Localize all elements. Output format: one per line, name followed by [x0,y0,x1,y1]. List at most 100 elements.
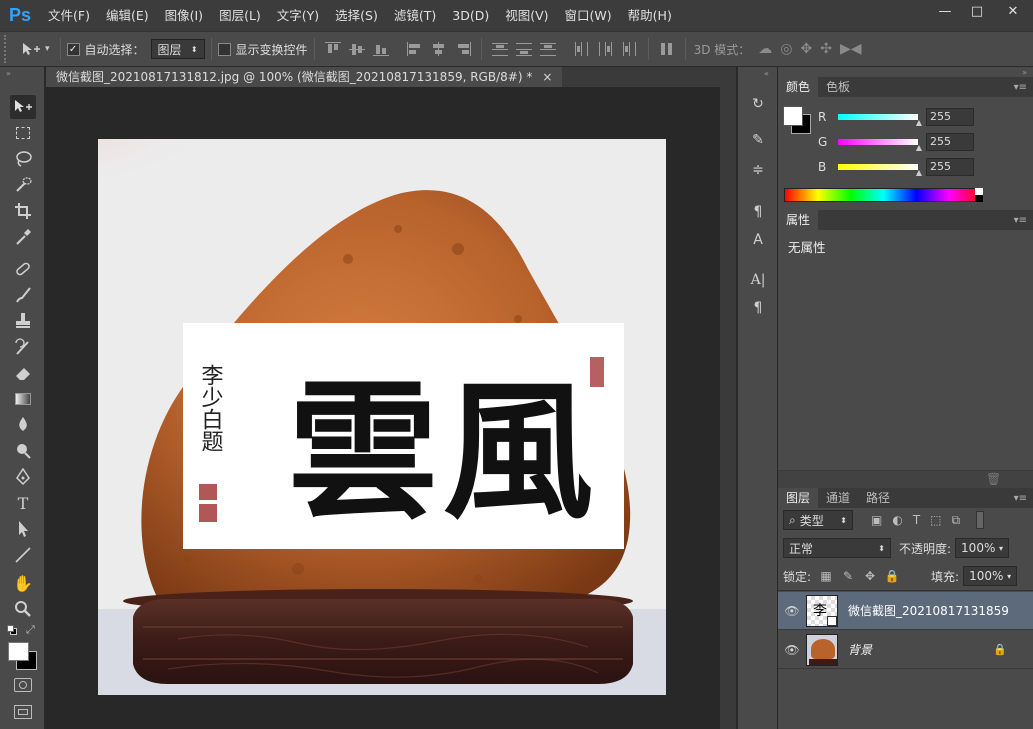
tab-layers[interactable]: 图层 [778,488,819,508]
distribute-bottom-icon[interactable] [539,42,556,56]
tab-swatches[interactable]: 色板 [818,77,858,97]
brush-panel-icon[interactable]: ✎ [747,129,769,151]
restore-button[interactable]: □ [961,0,993,22]
eyedropper-tool[interactable] [10,225,36,249]
hand-tool[interactable]: ✋ [10,571,36,595]
layer-name[interactable]: 背景 [848,641,872,658]
menu-type[interactable]: 文字(Y) [269,0,327,31]
dodge-tool[interactable] [10,439,36,463]
align-hcenter-icon[interactable] [431,42,447,56]
character-panel-icon[interactable]: A| [747,269,769,291]
lock-transparent-icon[interactable]: ▦ [819,569,833,583]
menu-edit[interactable]: 编辑(E) [98,0,157,31]
layer-row-background[interactable]: 👁 背景 🔒 [778,631,1033,669]
distribute-right-icon[interactable] [622,42,638,56]
red-track[interactable]: ▲ [838,114,922,127]
filter-type-icon[interactable]: T [913,513,920,528]
distribute-vcenter-icon[interactable] [515,42,532,56]
screen-mode-button[interactable] [14,705,32,719]
layer-filter-select[interactable]: ⌕ 类型 ⬍ [783,510,853,530]
panel-menu-icon[interactable]: ▾≡ [1014,493,1027,504]
document-image[interactable]: 雲 風 李少白题 [98,139,666,695]
auto-select-checkbox[interactable]: ✓ [66,42,80,56]
path-select-tool[interactable] [10,517,36,541]
eraser-tool[interactable] [10,361,36,385]
tab-properties[interactable]: 属性 [778,210,819,230]
marquee-tool[interactable] [10,121,36,145]
filter-smart-icon[interactable]: ⧉ [952,513,961,528]
eye-icon[interactable]: 👁 [778,643,806,657]
menu-view[interactable]: 视图(V) [497,0,556,31]
collapse-icon[interactable]: » [6,69,11,78]
panel-menu-icon[interactable]: ▾≡ [1014,82,1027,93]
paragraph-styles-icon[interactable]: ¶ [747,201,769,223]
tab-paths[interactable]: 路径 [858,488,898,508]
layer-row-selected[interactable]: 👁 李 微信截图_20210817131859 [778,592,1033,630]
line-tool[interactable] [10,543,36,567]
paragraph-panel-icon[interactable]: ¶ [747,297,769,319]
menu-help[interactable]: 帮助(H) [620,0,680,31]
3d-roll-icon[interactable]: ◎ [780,41,792,57]
layer-name[interactable]: 微信截图_20210817131859 [848,602,1009,619]
color-foreground-swatch[interactable] [783,106,803,126]
spectrum-white-chip[interactable] [975,188,983,195]
collapse-icon[interactable]: « [764,69,769,78]
healing-tool[interactable] [10,257,36,281]
quick-select-tool[interactable] [10,173,36,197]
menu-file[interactable]: 文件(F) [40,0,98,31]
quick-mask-button[interactable] [14,678,32,692]
blur-tool[interactable] [10,413,36,437]
blue-value-field[interactable]: 255 [926,158,974,176]
3d-orbit-icon[interactable]: ☁ [758,41,772,57]
history-panel-icon[interactable]: ↻ [747,93,769,115]
lock-pixels-icon[interactable]: ✎ [841,569,855,583]
canvas-scrollbar[interactable] [720,87,736,729]
auto-align-icon[interactable] [659,42,675,56]
menu-layer[interactable]: 图层(L) [211,0,269,31]
distribute-top-icon[interactable] [491,42,508,56]
red-value-field[interactable]: 255 [926,108,974,126]
lasso-tool[interactable] [10,147,36,171]
3d-slide-icon[interactable]: ✣ [820,41,832,57]
filter-toggle-switch[interactable] [976,511,985,529]
character-styles-icon[interactable]: A [747,229,769,251]
collapse-icon[interactable]: » [1022,68,1027,77]
menu-filter[interactable]: 滤镜(T) [386,0,444,31]
history-brush-tool[interactable] [10,335,36,359]
adjustments-panel-icon[interactable]: ≑ [747,159,769,181]
blue-slider[interactable]: B ▲ 255 [818,157,1018,177]
auto-select-target-select[interactable]: 图层 ⬍ [150,39,205,59]
move-tool[interactable] [10,95,36,119]
filter-pixel-icon[interactable]: ▣ [871,513,882,528]
green-value-field[interactable]: 255 [926,133,974,151]
close-tab-icon[interactable]: × [542,67,552,87]
options-grip[interactable] [4,35,16,63]
menu-image[interactable]: 图像(I) [157,0,211,31]
auto-select-toggle[interactable]: ✓ 自动选择： [66,41,145,58]
filter-shape-icon[interactable]: ⬚ [930,513,941,528]
blue-track[interactable]: ▲ [838,164,922,177]
close-window-button[interactable]: ✕ [993,0,1033,22]
menu-3d[interactable]: 3D(D) [444,0,497,31]
zoom-tool[interactable] [10,597,36,621]
filter-adjust-icon[interactable]: ◐ [892,513,902,528]
document-tab[interactable]: 微信截图_20210817131812.jpg @ 100% (微信截图_202… [46,67,563,87]
lock-position-icon[interactable]: ✥ [863,569,877,583]
pen-tool[interactable] [10,465,36,489]
tab-channels[interactable]: 通道 [818,488,858,508]
align-top-icon[interactable] [324,42,341,56]
align-right-icon[interactable] [455,42,471,56]
opacity-field[interactable]: 100% ▾ [955,538,1010,558]
show-transform-toggle[interactable]: 显示变换控件 [217,41,308,58]
type-tool[interactable]: T [10,491,36,515]
swap-colors-icon[interactable]: ⤢ [26,623,35,637]
red-slider[interactable]: R ▲ 255 [818,107,1018,127]
menu-window[interactable]: 窗口(W) [557,0,620,31]
eye-icon[interactable]: 👁 [778,604,806,618]
gradient-tool[interactable] [10,387,36,411]
green-track[interactable]: ▲ [838,139,922,152]
3d-camera-icon[interactable]: ▶◀ [840,41,862,57]
menu-select[interactable]: 选择(S) [327,0,386,31]
tab-color[interactable]: 颜色 [778,77,819,97]
minimize-button[interactable]: — [929,0,961,22]
